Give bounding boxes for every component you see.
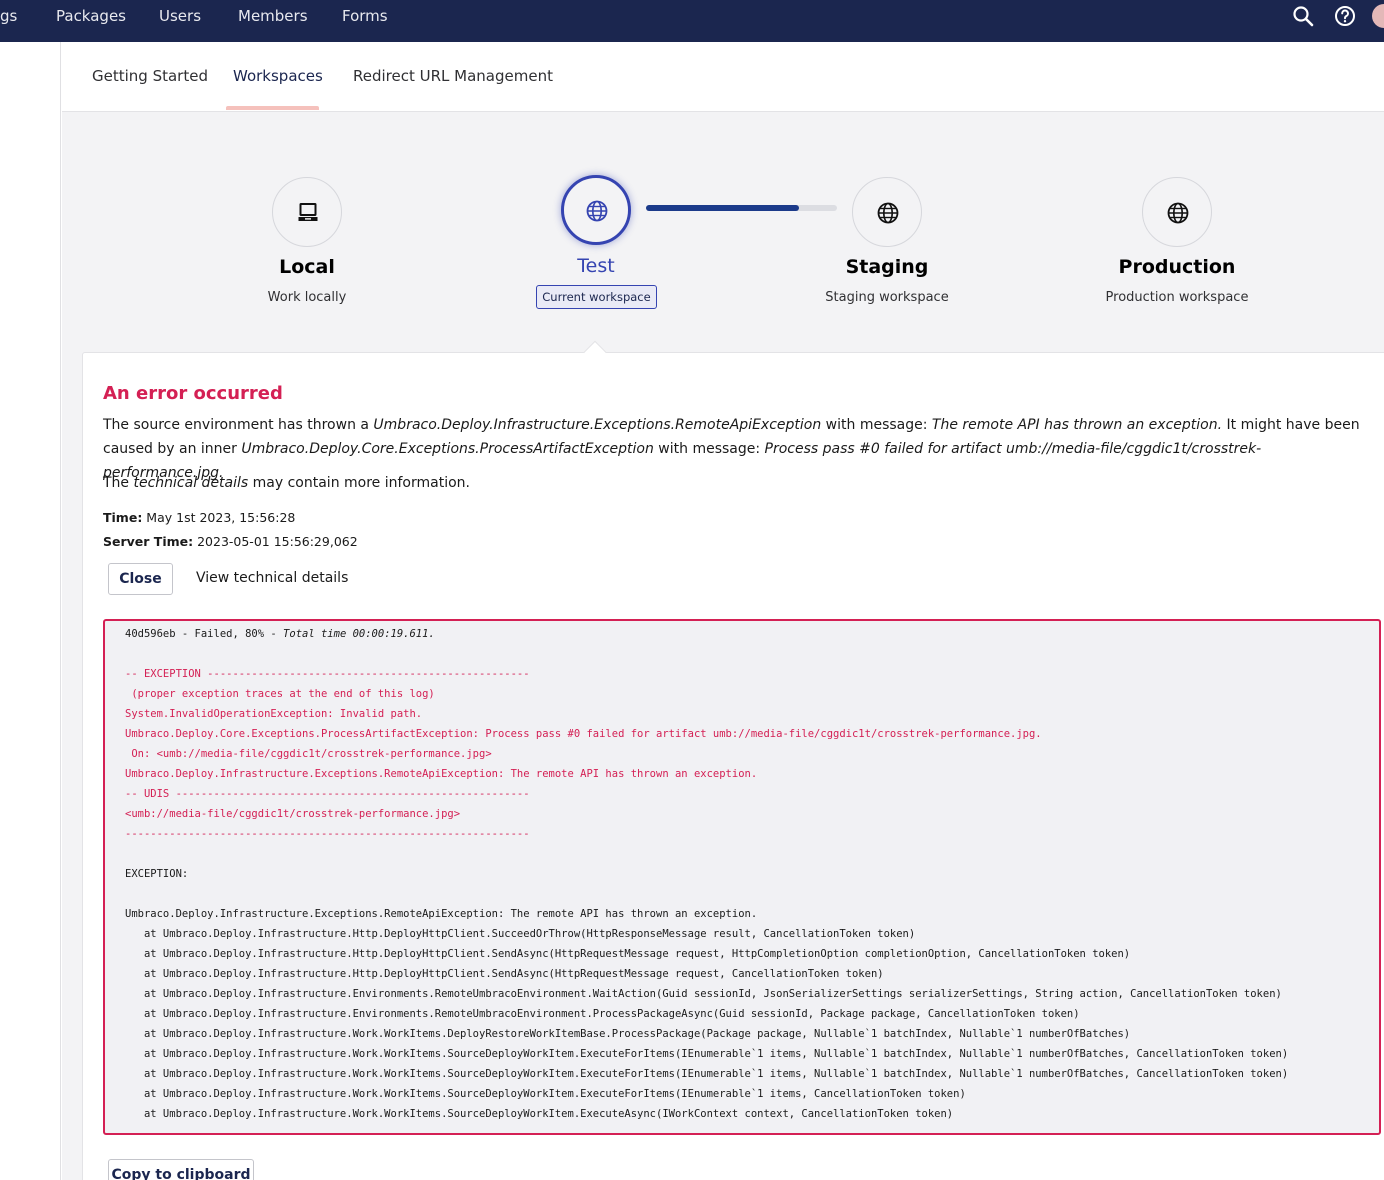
server-time-value: 2023-05-01 15:56:29,062 <box>193 534 358 549</box>
log-line: Umbraco.Deploy.Infrastructure.Exceptions… <box>125 768 758 780</box>
workspace-test-circle[interactable] <box>561 175 631 245</box>
globe-icon <box>1167 202 1189 224</box>
log-summary-time: Total time 00:00:19.611. <box>283 628 435 640</box>
user-avatar[interactable] <box>1372 4 1384 28</box>
globe-icon <box>586 200 608 222</box>
copy-to-clipboard-button[interactable]: Copy to clipboard <box>108 1159 254 1180</box>
log-line: Umbraco.Deploy.Infrastructure.Exceptions… <box>125 908 758 920</box>
error-exception-name: Umbraco.Deploy.Infrastructure.Exceptions… <box>373 417 822 433</box>
error-exception-message: The remote API has thrown an exception. <box>931 417 1223 433</box>
current-workspace-badge: Current workspace <box>536 285 657 309</box>
workspace-production-title: Production <box>1118 256 1236 278</box>
deploy-progress-fill <box>646 205 799 211</box>
view-technical-details-button[interactable]: View technical details <box>196 570 348 586</box>
log-line: ----------------------------------------… <box>125 828 530 840</box>
error-time: Time: May 1st 2023, 15:56:28 <box>103 510 295 525</box>
log-summary-line: 40d596eb - Failed, 80% - Total time 00:0… <box>125 628 435 640</box>
error-message-text: The source environment has thrown a <box>103 417 374 433</box>
section-tree-strip <box>0 42 61 1180</box>
search-icon[interactable] <box>1291 4 1315 28</box>
nav-item-settings[interactable]: gs <box>0 0 17 32</box>
log-line: System.InvalidOperationException: Invali… <box>125 708 423 720</box>
globe-icon <box>877 202 899 224</box>
nav-item-members[interactable]: Members <box>238 0 308 32</box>
log-line: On: <umb://media-file/cggdic1t/crosstrek… <box>125 748 492 760</box>
workspace-production-circle[interactable] <box>1142 177 1212 247</box>
computer-icon <box>298 203 318 221</box>
time-label: Time: <box>103 510 143 525</box>
top-navigation-bar: gs Packages Users Members Forms <box>0 0 1384 42</box>
log-line: at Umbraco.Deploy.Infrastructure.Work.Wo… <box>125 1028 1131 1040</box>
log-line: at Umbraco.Deploy.Infrastructure.Work.Wo… <box>125 1068 1289 1080</box>
tab-getting-started[interactable]: Getting Started <box>92 67 208 85</box>
workspace-local-title: Local <box>279 256 335 278</box>
help-icon[interactable] <box>1333 4 1357 28</box>
server-time-label: Server Time: <box>103 534 194 549</box>
error-server-time: Server Time: 2023-05-01 15:56:29,062 <box>103 534 358 549</box>
log-line: at Umbraco.Deploy.Infrastructure.Http.De… <box>125 928 916 940</box>
workspace-local-description: Work locally <box>267 290 347 305</box>
workspace-staging-circle[interactable] <box>852 177 922 247</box>
hint-emphasis: technical details <box>133 475 249 491</box>
workspace-test-title: Test <box>577 255 615 277</box>
log-line: <umb://media-file/cggdic1t/crosstrek-per… <box>125 808 461 820</box>
log-line: at Umbraco.Deploy.Infrastructure.Environ… <box>125 988 1282 1000</box>
nav-item-users[interactable]: Users <box>159 0 201 32</box>
deploy-progress-bar <box>646 205 837 211</box>
tab-redirect-url-management[interactable]: Redirect URL Management <box>353 67 553 85</box>
technical-details-log[interactable]: 40d596eb - Failed, 80% - Total time 00:0… <box>103 619 1381 1135</box>
error-title: An error occurred <box>103 383 283 404</box>
workspace-production-description: Production workspace <box>1105 290 1249 305</box>
error-message-text: with message: <box>821 417 932 433</box>
hint-text: may contain more information. <box>248 475 470 491</box>
log-line: (proper exception traces at the end of t… <box>125 688 435 700</box>
nav-item-packages[interactable]: Packages <box>56 0 126 32</box>
log-line: at Umbraco.Deploy.Infrastructure.Work.Wo… <box>125 1088 966 1100</box>
tab-workspaces[interactable]: Workspaces <box>233 67 323 85</box>
hint-text: The <box>103 475 134 491</box>
time-value: May 1st 2023, 15:56:28 <box>142 510 296 525</box>
log-line: at Umbraco.Deploy.Infrastructure.Work.Wo… <box>125 1108 954 1120</box>
log-line: at Umbraco.Deploy.Infrastructure.Http.De… <box>125 968 884 980</box>
log-line: at Umbraco.Deploy.Infrastructure.Environ… <box>125 1008 1080 1020</box>
settings-subtabs: Getting Started Workspaces Redirect URL … <box>62 42 1384 112</box>
log-line: -- EXCEPTION ---------------------------… <box>125 668 530 680</box>
log-line: EXCEPTION: <box>125 868 189 880</box>
workspace-staging-description: Staging workspace <box>825 290 949 305</box>
active-tab-indicator <box>226 106 319 110</box>
error-inner-exception-name: Umbraco.Deploy.Core.Exceptions.ProcessAr… <box>241 441 654 457</box>
log-line: -- UDIS --------------------------------… <box>125 788 530 800</box>
log-line: at Umbraco.Deploy.Infrastructure.Work.Wo… <box>125 1048 1289 1060</box>
nav-item-forms[interactable]: Forms <box>342 0 388 32</box>
close-button[interactable]: Close <box>108 563 173 595</box>
log-summary-status: 40d596eb - Failed, 80% - <box>125 628 284 640</box>
workspace-local-circle[interactable] <box>272 177 342 247</box>
log-line: at Umbraco.Deploy.Infrastructure.Http.De… <box>125 948 1131 960</box>
workspace-staging-title: Staging <box>845 256 929 278</box>
log-line: Umbraco.Deploy.Core.Exceptions.ProcessAr… <box>125 728 1042 740</box>
error-message-text: with message: <box>653 441 765 457</box>
technical-details-hint: The technical details may contain more i… <box>103 471 1373 495</box>
